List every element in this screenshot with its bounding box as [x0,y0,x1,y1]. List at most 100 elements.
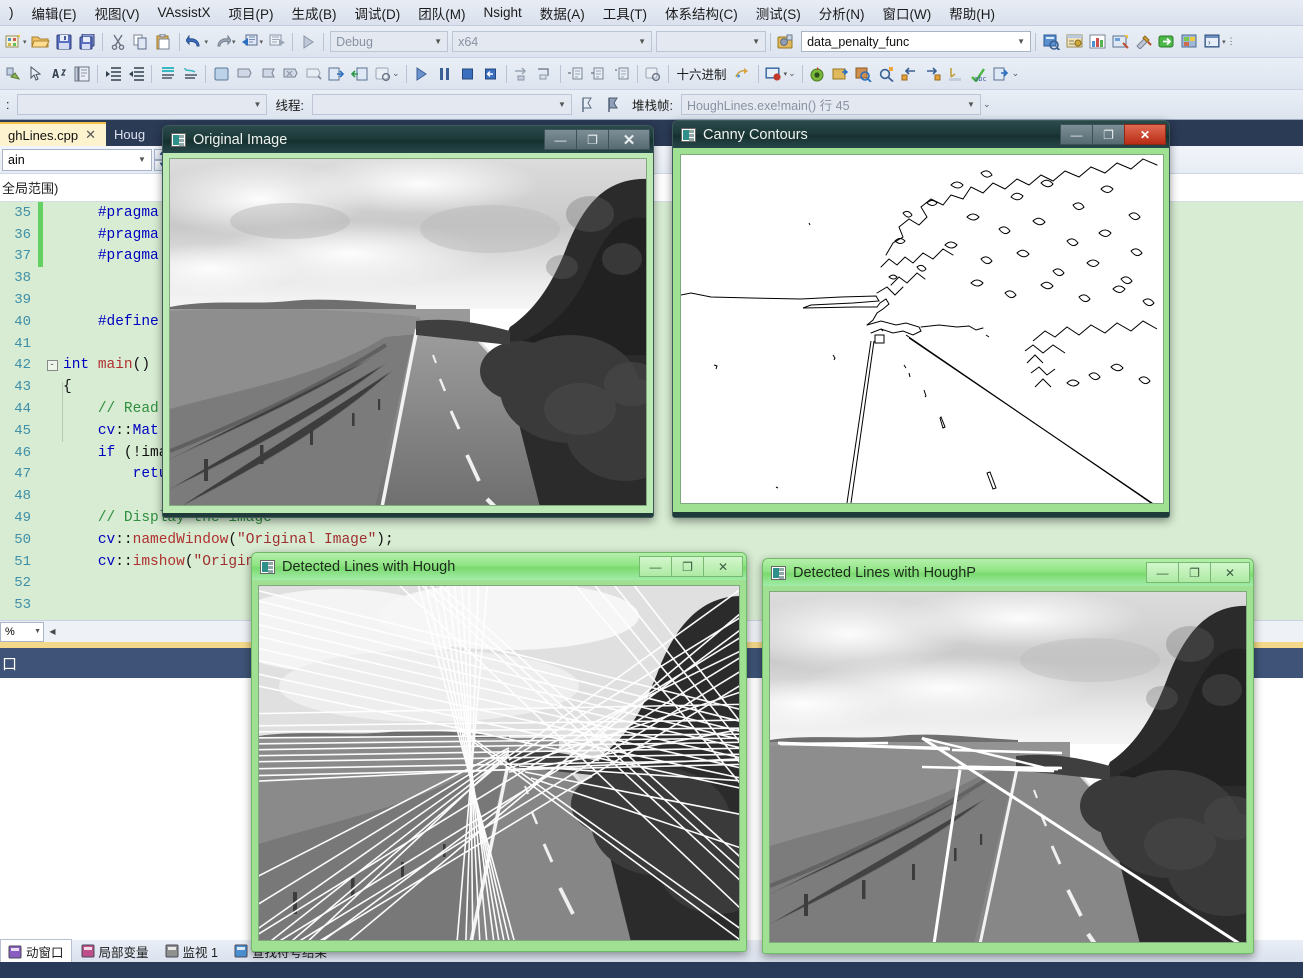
menu-item-9[interactable]: 数据(A) [531,0,594,26]
step-over-icon[interactable] [534,63,556,85]
scroll-left-icon[interactable]: ◀ [44,623,61,640]
toggle-bookmark-icon[interactable]: A [48,63,70,85]
menu-item-15[interactable]: 帮助(H) [940,0,1004,26]
debug-tab-2[interactable]: 监视 1 [158,940,225,963]
display-toggle-icon[interactable] [2,63,24,85]
import-breakpoints-icon[interactable] [348,63,370,85]
step-out2-icon[interactable] [588,63,610,85]
menu-item-1[interactable]: 编辑(E) [23,0,86,26]
step-out-icon[interactable] [565,63,587,85]
zoom-level-combo[interactable]: % ▼ [0,621,44,642]
toolbar-overflow-icon[interactable]: ⌄ [788,68,796,79]
stack-frame-combo[interactable]: HoughLines.exe!main() 行 45 ▼ [680,94,981,115]
member-scope-combo[interactable]: ain ▼ [2,148,152,171]
maximize-button[interactable]: ❐ [671,556,703,577]
cuda-debug-icon[interactable] [830,63,852,85]
menu-item-2[interactable]: 视图(V) [86,0,149,26]
export-breakpoints-icon[interactable] [325,63,347,85]
debug-tab-0[interactable]: 动窗口 [0,939,72,963]
start-debug-icon[interactable] [297,31,319,53]
redo-icon[interactable] [211,31,233,53]
minimize-button[interactable]: — [544,129,576,150]
menu-item-6[interactable]: 调试(D) [346,0,410,26]
toolbox-icon[interactable] [1109,31,1131,53]
stop-debug-icon[interactable] [457,63,479,85]
fold-gutter[interactable]: - [43,359,61,371]
step-out-cuda-icon[interactable] [922,63,944,85]
command-window-icon[interactable]: › [1201,31,1223,53]
close-button[interactable]: ✕ [1124,124,1166,145]
flag-icon[interactable] [576,94,598,116]
run-to-cursor-icon[interactable] [945,63,967,85]
close-icon[interactable]: ✕ [85,127,96,143]
toolbar-overflow-icon[interactable]: ⌄ [1012,68,1020,79]
show-next-statement-icon[interactable] [732,63,754,85]
navigate-backward-icon[interactable] [239,31,261,53]
save-all-icon[interactable] [76,31,98,53]
nsight-icon[interactable] [1178,31,1200,53]
comment-block-icon[interactable] [71,63,93,85]
restart-debug-icon[interactable] [480,63,502,85]
title-bar[interactable]: Canny Contours — ❐ ✕ [673,121,1169,148]
continue-icon[interactable] [411,63,433,85]
properties-window-icon[interactable] [1063,31,1085,53]
breakpoint-window-icon[interactable] [210,63,232,85]
code-line[interactable]: 50 cv::namedWindow("Original Image"); [0,529,1303,551]
delete-breakpoint-icon[interactable] [279,63,301,85]
close-button[interactable]: ✕ [703,556,743,577]
object-browser-icon[interactable] [1086,31,1108,53]
menu-item-12[interactable]: 测试(S) [747,0,810,26]
nsight-start-icon[interactable] [807,63,829,85]
title-bar[interactable]: Detected Lines with HoughP — ❐ ✕ [763,559,1253,586]
menu-item-4[interactable]: 项目(P) [220,0,283,26]
pointer-icon[interactable] [25,63,47,85]
function-scope-icon[interactable] [775,31,797,53]
minimize-button[interactable]: — [639,556,671,577]
undo-icon[interactable] [184,31,206,53]
paste-icon[interactable] [153,31,175,53]
increase-indent-icon[interactable] [102,63,124,85]
close-button[interactable]: ✕ [608,129,650,150]
break-all-icon[interactable] [434,63,456,85]
uncomment-selection-icon[interactable] [179,63,201,85]
window-original-image[interactable]: Original Image — ❐ ✕ [162,125,654,518]
flag-filled-icon[interactable] [602,94,624,116]
maximize-button[interactable]: ❐ [576,129,608,150]
maximize-button[interactable]: ❐ [1178,562,1210,583]
diagnostic-tools-icon[interactable] [763,63,785,85]
decrease-indent-icon[interactable] [125,63,147,85]
disable-breakpoint-icon[interactable] [302,63,324,85]
close-button[interactable]: ✕ [1210,562,1250,583]
toolbar-overflow-icon[interactable]: ⌄ [392,68,400,79]
menu-item-13[interactable]: 分析(N) [810,0,874,26]
memory-window-icon[interactable] [642,63,664,85]
new-project-icon[interactable] [2,31,24,53]
memory-checker-icon[interactable] [853,63,875,85]
open-file-icon[interactable] [30,31,52,53]
menu-item-11[interactable]: 体系结构(C) [656,0,747,26]
hex-display-label[interactable]: 十六进制 [673,64,731,83]
window-canny-contours[interactable]: Canny Contours — ❐ ✕ [672,120,1170,518]
comment-selection-icon[interactable] [156,63,178,85]
menu-item-14[interactable]: 窗口(W) [874,0,941,26]
menu-item-10[interactable]: 工具(T) [594,0,656,26]
debug-tab-1[interactable]: 局部变量 [74,940,156,963]
menu-item-5[interactable]: 生成(B) [283,0,346,26]
toolbar-overflow-icon[interactable]: ⋮ [1227,36,1236,47]
function-combo[interactable]: data_penalty_func ▼ [801,31,1032,52]
collapse-icon[interactable]: - [46,359,58,371]
step-into-icon[interactable] [511,63,533,85]
toolbar-overflow-icon[interactable]: ⌄ [983,99,991,110]
title-bar[interactable]: Detected Lines with Hough — ❐ ✕ [252,553,746,580]
editor-tab-1[interactable]: Houg [106,122,155,146]
breakpoint-search-icon[interactable] [371,63,393,85]
process-combo[interactable]: ▼ [17,94,268,115]
spell-check-icon[interactable]: abc [968,63,990,85]
solution-platform-combo[interactable]: x64 ▼ [452,31,653,52]
window-hough-lines[interactable]: Detected Lines with Hough — ❐ ✕ [251,552,747,952]
go-to-icon[interactable] [1155,31,1177,53]
save-icon[interactable] [53,31,75,53]
new-breakpoint-icon[interactable] [256,63,278,85]
editor-tab-0[interactable]: ghLines.cpp ✕ [0,122,107,146]
minimize-button[interactable]: — [1146,562,1178,583]
